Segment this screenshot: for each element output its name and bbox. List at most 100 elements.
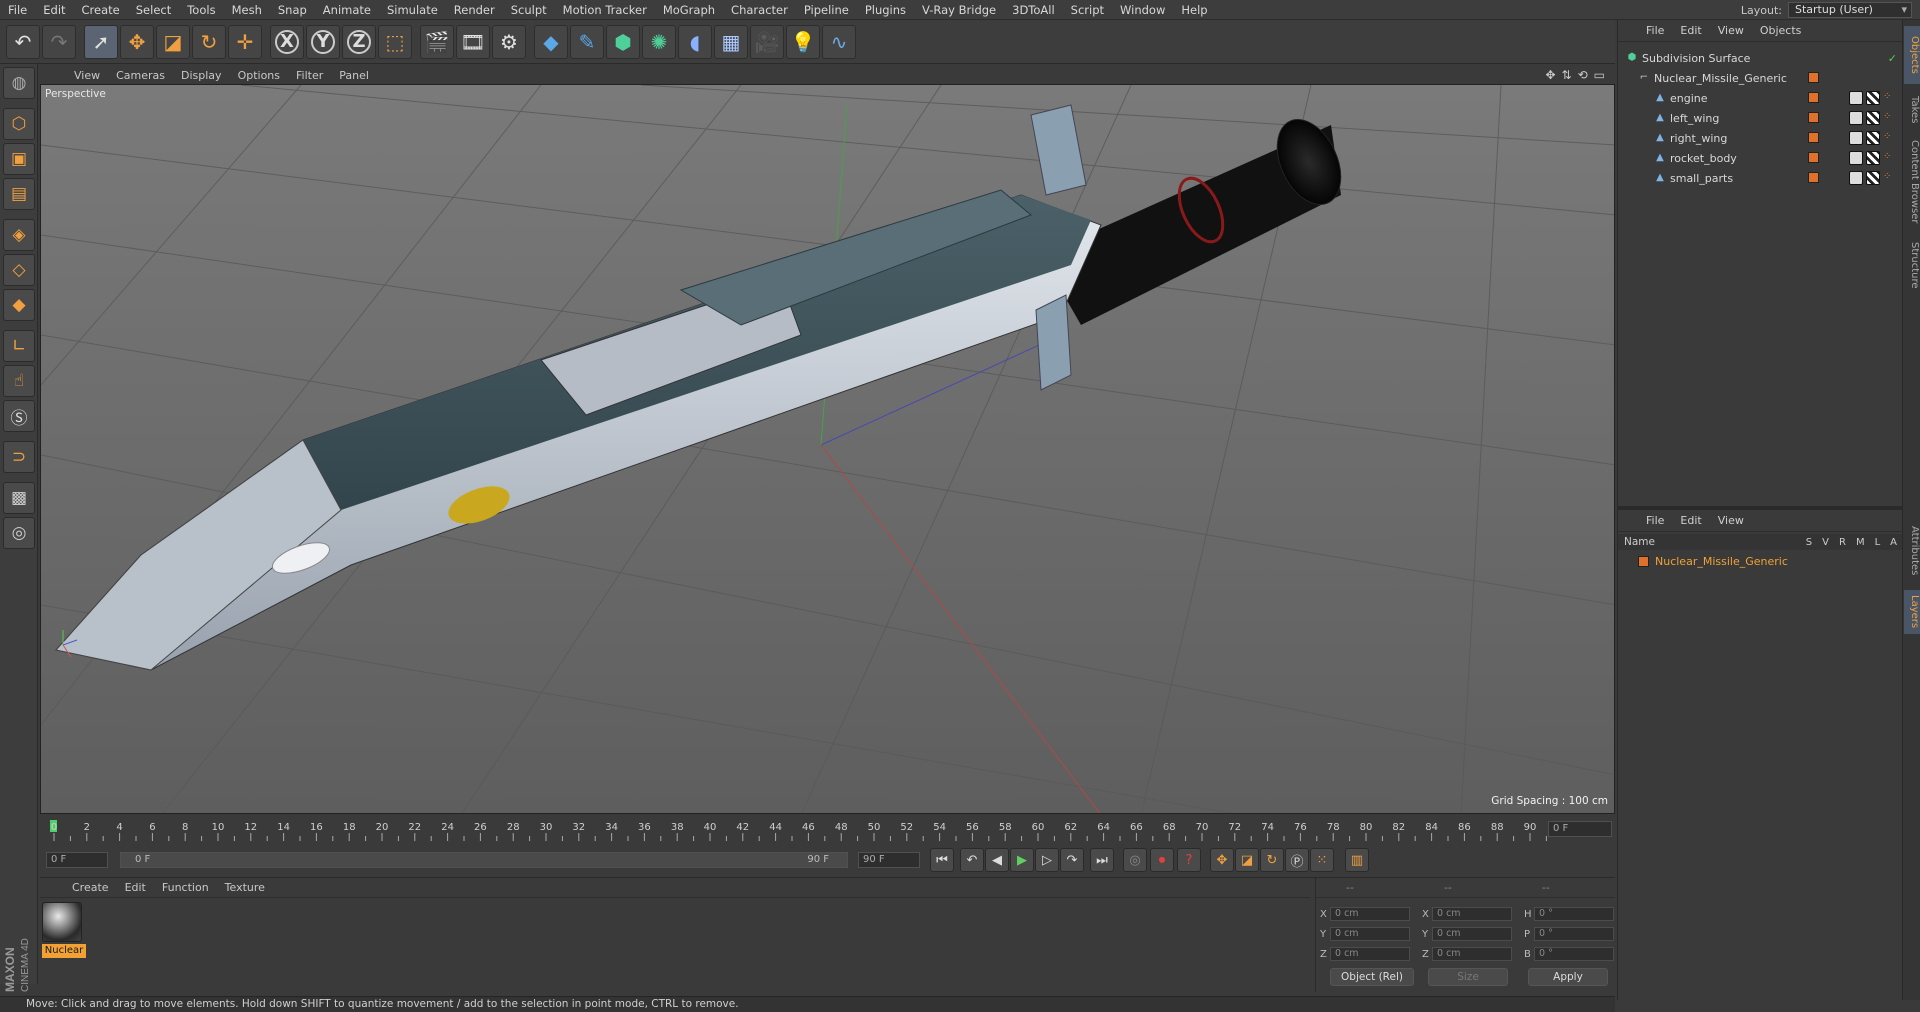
tweak-mode-icon[interactable]: ☝ [3, 365, 35, 397]
uvw-tag-icon[interactable] [1866, 151, 1880, 165]
menu-3dtoall[interactable]: 3DToAll [1004, 0, 1063, 20]
layer-color-swatch[interactable] [1638, 555, 1649, 567]
menu-mograph[interactable]: MoGraph [655, 0, 723, 20]
previous-frame-icon[interactable]: ◀ [985, 848, 1009, 872]
3d-viewport[interactable]: Perspective Grid Spacing : 100 cm [40, 84, 1615, 814]
light-icon[interactable]: 💡 [786, 24, 820, 59]
polygons-mode-icon[interactable]: ◆ [3, 289, 35, 321]
undo-icon[interactable]: ↶ [6, 24, 40, 59]
orbit-icon[interactable]: ⟲ [1578, 68, 1588, 82]
key-rotation-icon[interactable]: ↻ [1260, 848, 1284, 872]
maximize-icon[interactable]: ▭ [1594, 68, 1605, 82]
uvw-tag-icon[interactable] [1866, 131, 1880, 145]
rotation-b-field[interactable]: 0 ° [1534, 947, 1614, 961]
layout-select[interactable]: Startup (User) [1788, 2, 1912, 18]
record-keys-icon[interactable]: ⏺ [1150, 848, 1174, 872]
go-to-start-icon[interactable]: ⏮ [930, 848, 954, 872]
object-row-rocket-body[interactable]: ▲ rocket_body ⁘ [1618, 148, 1903, 168]
axis-mode-icon[interactable]: ∟ [3, 330, 35, 362]
next-key-icon[interactable]: ↷ [1060, 848, 1084, 872]
layer-color-swatch[interactable] [1808, 132, 1819, 143]
select-icon[interactable]: ➚ [84, 24, 118, 59]
transform-icon[interactable]: ✛ [228, 24, 262, 59]
menu-sculpt[interactable]: Sculpt [503, 0, 555, 20]
material-menu-function[interactable]: Function [154, 881, 217, 894]
texture-tag-icon[interactable] [1849, 131, 1863, 145]
key-pla-icon[interactable]: ⁙ [1310, 848, 1334, 872]
size-y-field[interactable]: 0 cm [1432, 927, 1512, 941]
lm-menu-edit[interactable]: Edit [1672, 514, 1709, 527]
size-x-field[interactable]: 0 cm [1432, 907, 1512, 921]
magnet-icon[interactable]: ⊃ [3, 441, 35, 473]
move-icon[interactable]: ✥ [120, 24, 154, 59]
om-menu-file[interactable]: File [1638, 24, 1672, 37]
phong-tag-icon[interactable]: ⁘ [1883, 171, 1897, 185]
menu-plugins[interactable]: Plugins [857, 0, 914, 20]
rotation-h-field[interactable]: 0 ° [1534, 907, 1614, 921]
timeline-ruler[interactable]: 0 2 4 6 8 10 12 14 16 18 20 22 24 26 28 30 32 34 36 38 40 42 4… [40, 816, 1615, 842]
menu-edit[interactable]: Edit [35, 0, 73, 20]
menu-window[interactable]: Window [1112, 0, 1173, 20]
key-param-icon[interactable]: Ⓟ [1285, 848, 1309, 872]
position-z-field[interactable]: 0 cm [1330, 947, 1410, 961]
snapping-icon[interactable]: Ⓢ [3, 400, 35, 432]
menu-motion-tracker[interactable]: Motion Tracker [555, 0, 655, 20]
points-mode-icon[interactable]: ◈ [3, 219, 35, 251]
material-menu-create[interactable]: Create [64, 881, 117, 894]
menu-snap[interactable]: Snap [270, 0, 315, 20]
material-menu-texture[interactable]: Texture [217, 881, 273, 894]
x-axis-icon[interactable]: X [270, 24, 304, 59]
layer-row[interactable]: Nuclear_Missile_Generic [1618, 552, 1903, 570]
menu-render[interactable]: Render [446, 0, 503, 20]
zoom-icon[interactable]: ⇅ [1562, 68, 1572, 82]
play-icon[interactable]: ▶ [1010, 848, 1034, 872]
viewport-menu-display[interactable]: Display [173, 69, 230, 82]
menu-create[interactable]: Create [74, 0, 128, 20]
size-mode-select[interactable]: Size [1428, 968, 1508, 986]
planar-workplane-icon[interactable]: ◎ [3, 517, 35, 549]
timeline-window-icon[interactable]: ▥ [1345, 848, 1369, 872]
object-row-nuclear-missile[interactable]: ⌐ Nuclear_Missile_Generic [1618, 68, 1903, 88]
mograph-cloner-icon[interactable]: ✺ [642, 24, 676, 59]
go-to-end-icon[interactable]: ⏭ [1090, 848, 1114, 872]
om-menu-objects[interactable]: Objects [1752, 24, 1810, 37]
menu-pipeline[interactable]: Pipeline [796, 0, 857, 20]
render-view-icon[interactable]: 🎬 [420, 24, 454, 59]
start-frame-field[interactable]: 0 F [46, 852, 108, 868]
redo-icon[interactable]: ↷ [42, 24, 76, 59]
z-axis-icon[interactable]: Z [342, 24, 376, 59]
menu-vray-bridge[interactable]: V-Ray Bridge [914, 0, 1004, 20]
lm-menu-view[interactable]: View [1710, 514, 1752, 527]
tab-content-browser[interactable]: Content Browser [1904, 136, 1920, 228]
menu-file[interactable]: File [0, 0, 35, 20]
layer-color-swatch[interactable] [1808, 72, 1819, 83]
menu-help[interactable]: Help [1173, 0, 1215, 20]
om-menu-view[interactable]: View [1710, 24, 1752, 37]
layer-color-swatch[interactable] [1808, 152, 1819, 163]
next-frame-icon[interactable]: ▷ [1035, 848, 1059, 872]
viewport-menu-panel[interactable]: Panel [331, 69, 377, 82]
position-x-field[interactable]: 0 cm [1330, 907, 1410, 921]
previous-key-icon[interactable]: ↶ [960, 848, 984, 872]
menu-select[interactable]: Select [128, 0, 179, 20]
viewport-menu-filter[interactable]: Filter [288, 69, 331, 82]
lm-menu-file[interactable]: File [1638, 514, 1672, 527]
python-icon[interactable]: ∿ [822, 24, 856, 59]
camera-icon[interactable]: 🎥 [750, 24, 784, 59]
tab-takes[interactable]: Takes [1904, 90, 1920, 130]
pan-icon[interactable]: ✥ [1545, 68, 1555, 82]
scale-icon[interactable]: ◪ [156, 24, 190, 59]
tab-structure[interactable]: Structure [1904, 234, 1920, 296]
texture-tag-icon[interactable] [1849, 91, 1863, 105]
rotation-p-field[interactable]: 0 ° [1534, 927, 1614, 941]
render-picture-viewer-icon[interactable]: 🎞 [456, 24, 490, 59]
texture-mode-icon[interactable]: ▣ [3, 143, 35, 175]
key-position-icon[interactable]: ✥ [1210, 848, 1234, 872]
viewport-menu-options[interactable]: Options [230, 69, 288, 82]
phong-tag-icon[interactable]: ⁘ [1883, 91, 1897, 105]
menu-script[interactable]: Script [1063, 0, 1112, 20]
cube-icon[interactable]: ◆ [534, 24, 568, 59]
phong-tag-icon[interactable]: ⁘ [1883, 131, 1897, 145]
om-menu-edit[interactable]: Edit [1672, 24, 1709, 37]
menu-animate[interactable]: Animate [315, 0, 379, 20]
